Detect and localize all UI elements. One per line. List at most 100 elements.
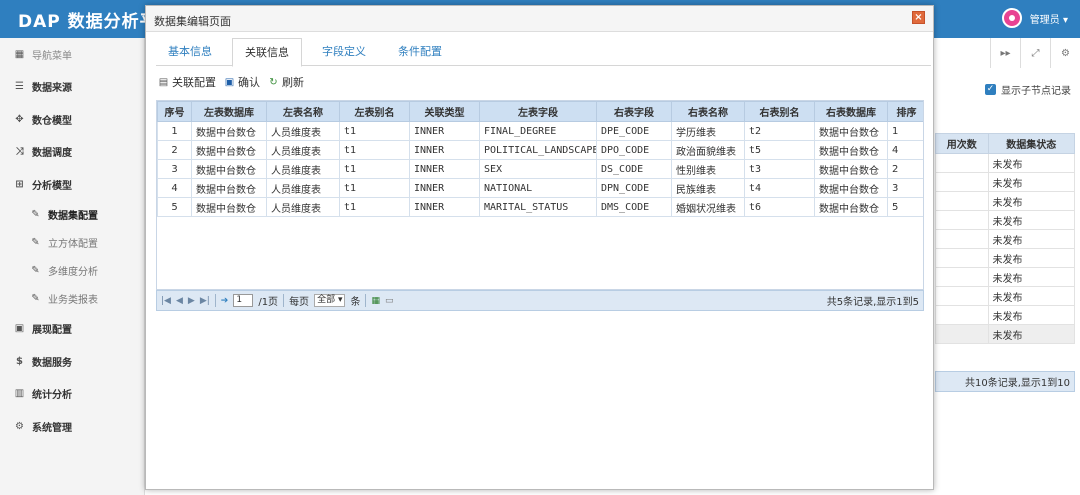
sidebar-item-label: 数据来源 bbox=[32, 83, 72, 95]
table-row[interactable]: 1 数据中台数仓 人员维度表 t1 INNER FINAL_DEGREE DPE_CODE 学… bbox=[157, 121, 923, 141]
table-cell: 民族维表 bbox=[671, 178, 745, 198]
close-icon[interactable]: × bbox=[912, 11, 925, 24]
table-cell: 数据中台数仓 bbox=[814, 159, 888, 179]
column-header[interactable]: 右表名称 bbox=[671, 101, 745, 122]
table-cell: 数据中台数仓 bbox=[814, 197, 888, 217]
table-cell: 数据中台数仓 bbox=[191, 197, 267, 217]
fullscreen-icon[interactable]: ⤢ bbox=[1020, 38, 1050, 68]
prev-page-icon[interactable]: ◀ bbox=[176, 296, 183, 306]
table-row[interactable]: 未发布 bbox=[935, 191, 1076, 211]
sidebar-item[interactable]: ✎ 立方体配置 bbox=[0, 229, 144, 257]
table-cell: t1 bbox=[339, 121, 410, 141]
dialog-header: 数据集编辑页面 × bbox=[146, 6, 933, 32]
next-page-icon[interactable]: ▶ bbox=[188, 296, 195, 306]
table-cell: t2 bbox=[744, 121, 815, 141]
column-header[interactable]: 右表数据库 bbox=[814, 101, 888, 122]
database-icon: ☰ bbox=[15, 81, 24, 93]
show-child-label: 显示子节点记录 bbox=[1001, 86, 1071, 97]
table-cell: t3 bbox=[744, 159, 815, 179]
table-row[interactable]: 未发布 bbox=[935, 305, 1076, 325]
table-row[interactable]: 未发布 bbox=[935, 153, 1076, 173]
column-header[interactable]: 左表别名 bbox=[339, 101, 410, 122]
sidebar-item[interactable]: ✎ 数据集配置 bbox=[0, 201, 144, 229]
table-cell: 学历维表 bbox=[671, 121, 745, 141]
table-row[interactable]: 未发布 bbox=[935, 172, 1076, 192]
sidebar-item-label: 数仓模型 bbox=[32, 115, 72, 127]
table-row[interactable]: 未发布 bbox=[935, 229, 1076, 249]
checkbox-checked-icon[interactable]: ✓ bbox=[985, 84, 996, 95]
refresh-button[interactable]: ↻ 刷新 bbox=[268, 74, 304, 90]
tab-4[interactable]: 条件配置 bbox=[386, 38, 454, 66]
forward-icon[interactable]: ▸▸ bbox=[990, 38, 1020, 68]
table-cell bbox=[935, 172, 989, 192]
last-page-icon[interactable]: ▶| bbox=[200, 296, 210, 306]
go-page-icon[interactable]: ➔ bbox=[221, 296, 229, 306]
column-header[interactable]: 左表数据库 bbox=[191, 101, 267, 122]
table-cell: INNER bbox=[409, 159, 480, 179]
per-page-select[interactable]: 全部 ▾ bbox=[314, 294, 346, 307]
user-name[interactable]: 管理员 ▾ bbox=[1030, 11, 1068, 26]
export-doc-icon[interactable]: ▭ bbox=[385, 296, 394, 306]
relation-config-button[interactable]: ▤ 关联配置 bbox=[158, 74, 216, 90]
column-header[interactable]: 右表字段 bbox=[596, 101, 672, 122]
user-avatar-icon bbox=[1001, 8, 1022, 28]
confirm-label: 确认 bbox=[238, 76, 260, 89]
wrench-icon: ✎ bbox=[31, 209, 40, 220]
table-cell: DS_CODE bbox=[596, 159, 672, 179]
tab-1[interactable]: 基本信息 bbox=[156, 38, 224, 66]
chart-model-icon: ⊞ bbox=[15, 178, 24, 190]
table-row[interactable]: 2 数据中台数仓 人员维度表 t1 INNER POLITICAL_LANDSCAPE DP… bbox=[157, 140, 923, 160]
status-cell: 未发布 bbox=[987, 210, 1076, 230]
column-header[interactable]: 左表字段 bbox=[479, 101, 597, 122]
sidebar-item[interactable]: ⤨ 数据调度 bbox=[0, 136, 144, 169]
sidebar-item-label: 数据集配置 bbox=[48, 211, 98, 222]
show-child-checkbox[interactable]: ✓ 显示子节点记录 bbox=[985, 82, 1071, 97]
sidebar-item[interactable]: ✥ 数仓模型 bbox=[0, 103, 144, 136]
sidebar-item[interactable]: ✎ 业务类报表 bbox=[0, 285, 144, 313]
shuffle-icon: ⤨ bbox=[15, 146, 24, 158]
status-cell: 未发布 bbox=[987, 286, 1076, 306]
sidebar-item[interactable]: ⊞ 分析模型 bbox=[0, 168, 144, 201]
tab-3[interactable]: 字段定义 bbox=[310, 38, 378, 66]
column-header[interactable]: 序号 bbox=[157, 101, 192, 122]
table-row[interactable]: 4 数据中台数仓 人员维度表 t1 INNER NATIONAL DPN_CODE 民族维表 t… bbox=[157, 178, 923, 198]
column-header[interactable]: 数据集状态 bbox=[987, 133, 1076, 154]
table-row[interactable]: 未发布 bbox=[935, 267, 1076, 287]
page-input[interactable]: 1 bbox=[233, 294, 254, 307]
table-cell: 5 bbox=[157, 197, 192, 217]
table-cell: t1 bbox=[339, 140, 410, 160]
sidebar-item[interactable]: ▥ 统计分析 bbox=[0, 378, 144, 411]
column-header[interactable]: 排序 bbox=[887, 101, 923, 122]
table-row[interactable]: 未发布 bbox=[935, 324, 1076, 344]
table-cell: 人员维度表 bbox=[266, 121, 340, 141]
table-cell: DPE_CODE bbox=[596, 121, 672, 141]
sidebar-item[interactable]: ⚙ 系统管理 bbox=[0, 410, 144, 443]
column-header[interactable]: 右表别名 bbox=[744, 101, 815, 122]
content-toolbar: ▸▸ ⤢ ⚙ bbox=[990, 38, 1080, 68]
sidebar-item[interactable]: ▦ 导航菜单 bbox=[0, 38, 144, 71]
tab-2[interactable]: 关联信息 bbox=[232, 38, 302, 67]
relation-toolbar: ▤ 关联配置 ▣ 确认 ↻ 刷新 bbox=[158, 74, 304, 90]
sidebar-item[interactable]: ☰ 数据来源 bbox=[0, 71, 144, 104]
sidebar-item[interactable]: ✎ 多维度分析 bbox=[0, 257, 144, 285]
gear-icon[interactable]: ⚙ bbox=[1050, 38, 1080, 68]
relation-table: 序号 左表数据库 左表名称 左表别名 关联类型 左表字段 右表字段 右表名称 右表别名 右表数据库… bbox=[157, 101, 923, 217]
confirm-button[interactable]: ▣ 确认 bbox=[224, 74, 260, 90]
column-header[interactable]: 左表名称 bbox=[266, 101, 340, 122]
sidebar-item-label: 业务类报表 bbox=[48, 295, 98, 306]
table-row[interactable]: 3 数据中台数仓 人员维度表 t1 INNER SEX DS_CODE 性别维表 t3 数据中台数… bbox=[157, 159, 923, 179]
table-row[interactable]: 未发布 bbox=[935, 210, 1076, 230]
first-page-icon[interactable]: |◀ bbox=[161, 296, 171, 306]
table-row[interactable]: 未发布 bbox=[935, 248, 1076, 268]
column-header[interactable]: 关联类型 bbox=[409, 101, 480, 122]
sidebar-item[interactable]: $ 数据服务 bbox=[0, 345, 144, 378]
status-cell: 未发布 bbox=[987, 305, 1076, 325]
export-excel-icon[interactable]: ▦ bbox=[371, 296, 380, 306]
table-row[interactable]: 未发布 bbox=[935, 286, 1076, 306]
sidebar-item[interactable]: ▣ 展现配置 bbox=[0, 313, 144, 346]
table-cell: 3 bbox=[887, 178, 923, 198]
user-menu[interactable]: 管理员 ▾ bbox=[1001, 8, 1068, 28]
column-header[interactable]: 用次数 bbox=[935, 133, 989, 154]
table-row[interactable]: 5 数据中台数仓 人员维度表 t1 INNER MARITAL_STATUS DMS_COD… bbox=[157, 197, 923, 217]
sidebar-item-label: 系统管理 bbox=[32, 422, 72, 434]
